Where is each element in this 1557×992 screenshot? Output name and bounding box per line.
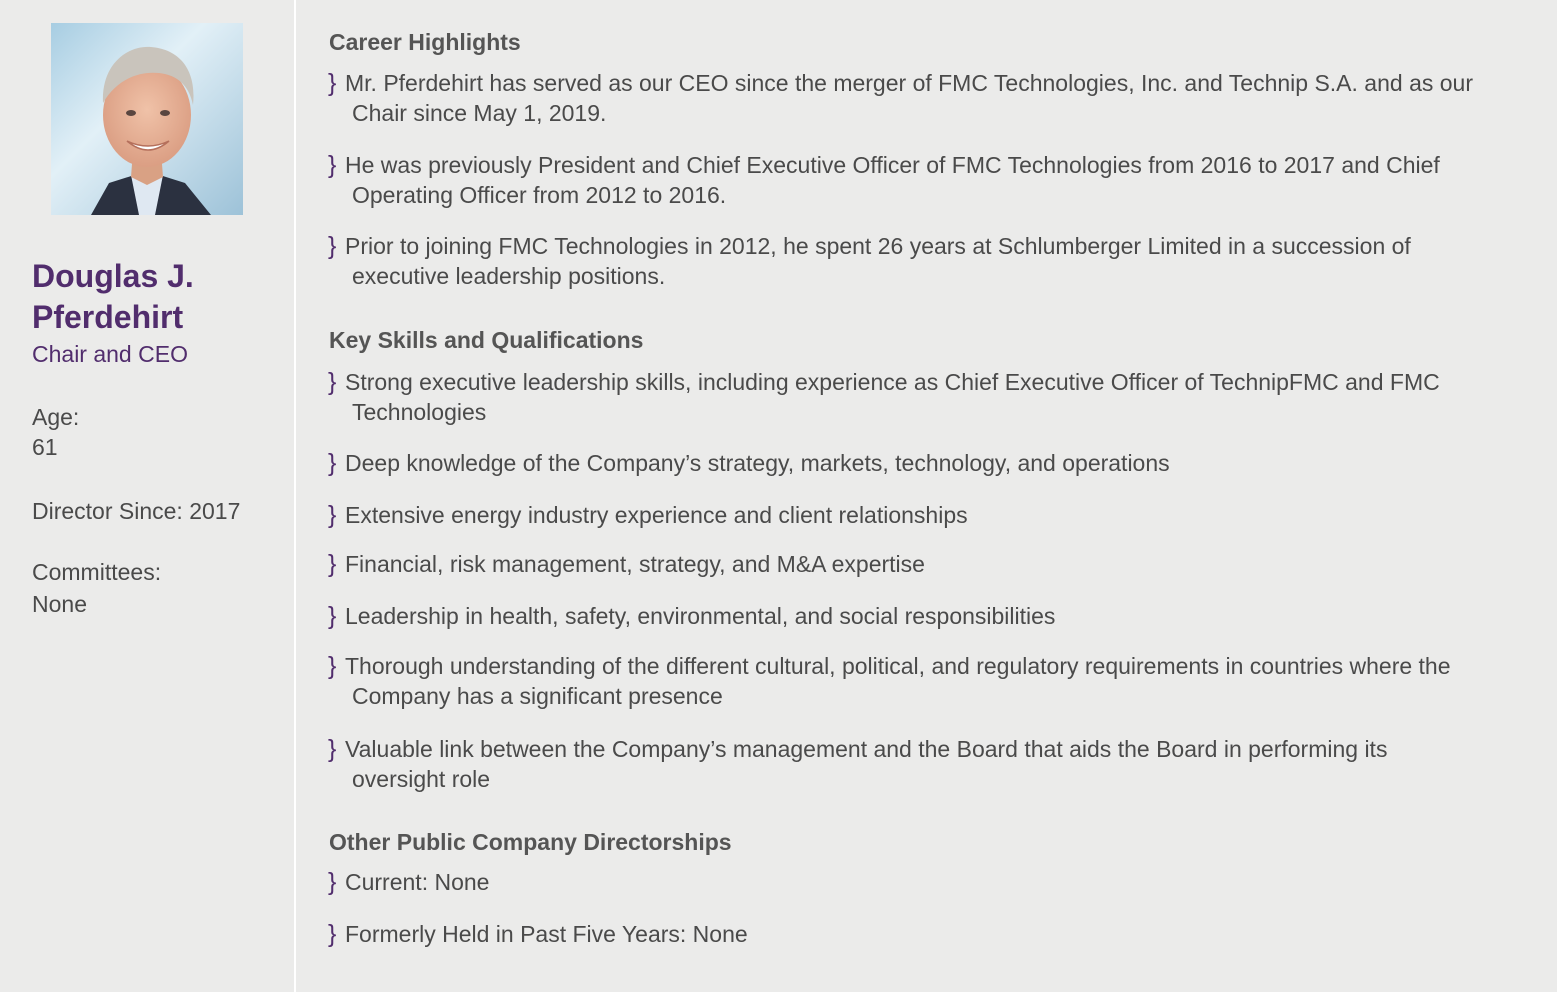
bullet-brace-icon: } — [328, 368, 337, 396]
portrait-illustration — [51, 23, 243, 215]
directorship-item: } Formerly Held in Past Five Years: None — [328, 919, 1528, 949]
skill-item-text: Extensive energy industry experience and… — [345, 502, 968, 528]
skill-item-text-cont: Technologies — [352, 399, 487, 425]
skill-item: } Deep knowledge of the Company’s strateg… — [328, 448, 1528, 478]
career-item-text: Mr. Pferdehirt has served as our CEO sin… — [345, 70, 1473, 96]
skill-item-text-cont: Company has a significant presence — [352, 683, 723, 709]
directorships-heading: Other Public Company Directorships — [329, 829, 732, 855]
career-item-text: Prior to joining FMC Technologies in 201… — [345, 233, 1411, 259]
skill-item-text: Valuable link between the Company’s mana… — [345, 736, 1388, 762]
bullet-brace-icon: } — [328, 735, 337, 763]
age-label: Age: — [32, 404, 80, 430]
skill-item: } Extensive energy industry experience an… — [328, 500, 1528, 530]
directorship-item: } Current: None — [328, 867, 1528, 897]
skill-item-text-cont: oversight role — [352, 766, 491, 792]
career-item: } Mr. Pferdehirt has served as our CEO si… — [328, 68, 1528, 128]
skill-item: } Financial, risk management, strategy, a… — [328, 549, 1528, 579]
skill-item-text: Deep knowledge of the Company’s strategy… — [345, 450, 1170, 476]
career-item: } Prior to joining FMC Technologies in 20… — [328, 231, 1528, 291]
skill-item-text: Leadership in health, safety, environmen… — [345, 603, 1056, 629]
bullet-brace-icon: } — [328, 501, 337, 529]
skill-item-text: Strong executive leadership skills, incl… — [345, 369, 1440, 395]
bullet-brace-icon: } — [328, 602, 337, 630]
skill-item: } Strong executive leadership skills, inc… — [328, 367, 1528, 427]
career-highlights-heading: Career Highlights — [329, 29, 521, 55]
committees-value: None — [32, 591, 87, 617]
skill-item: } Leadership in health, safety, environme… — [328, 601, 1528, 631]
bullet-brace-icon: } — [328, 69, 337, 97]
bullet-brace-icon: } — [328, 920, 337, 948]
director-title: Chair and CEO — [32, 341, 188, 367]
bullet-brace-icon: } — [328, 151, 337, 179]
career-item-text-cont: executive leadership positions. — [352, 263, 666, 289]
career-item-text: He was previously President and Chief Ex… — [345, 152, 1440, 178]
director-name: Douglas J. Pferdehirt — [32, 256, 282, 338]
age-value: 61 — [32, 434, 58, 460]
bullet-brace-icon: } — [328, 868, 337, 896]
director-name-line1: Douglas J. — [32, 258, 194, 294]
director-name-line2: Pferdehirt — [32, 299, 184, 335]
directorship-item-text: Formerly Held in Past Five Years: None — [345, 921, 748, 947]
director-since: Director Since: 2017 — [32, 498, 241, 524]
skill-item-text: Thorough understanding of the different … — [345, 653, 1451, 679]
bullet-brace-icon: } — [328, 449, 337, 477]
bullet-brace-icon: } — [328, 232, 337, 260]
skill-item: } Valuable link between the Company’s man… — [328, 734, 1528, 794]
key-skills-heading: Key Skills and Qualifications — [329, 327, 644, 353]
bullet-brace-icon: } — [328, 652, 337, 680]
career-item-text-cont: Operating Officer from 2012 to 2016. — [352, 182, 727, 208]
column-divider — [294, 0, 296, 992]
skill-item: } Thorough understanding of the different… — [328, 651, 1528, 711]
career-item-text-cont: Chair since May 1, 2019. — [352, 100, 607, 126]
committees-label: Committees: — [32, 559, 162, 585]
skill-item-text: Financial, risk management, strategy, an… — [345, 551, 925, 577]
career-item: } He was previously President and Chief E… — [328, 150, 1528, 210]
directorship-item-text: Current: None — [345, 869, 490, 895]
bullet-brace-icon: } — [328, 550, 337, 578]
portrait-photo — [51, 23, 243, 215]
